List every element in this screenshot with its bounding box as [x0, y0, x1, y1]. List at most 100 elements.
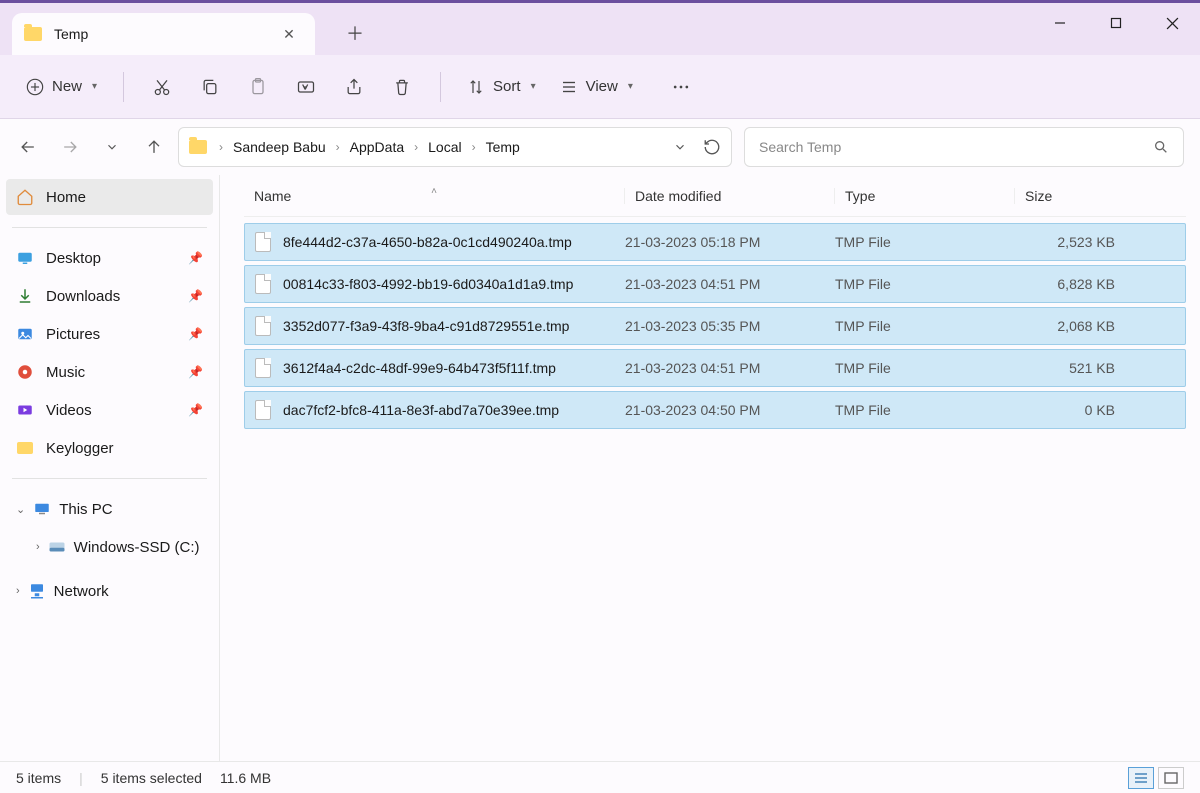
separator: [12, 478, 207, 479]
column-header-size[interactable]: Size: [1014, 188, 1124, 204]
back-button[interactable]: [16, 135, 40, 159]
column-header-name[interactable]: Name ˄: [244, 188, 624, 204]
breadcrumb-segment[interactable]: Sandeep Babu: [231, 135, 328, 159]
share-button[interactable]: [334, 67, 374, 107]
file-icon: [255, 274, 271, 294]
close-tab-button[interactable]: ✕: [275, 20, 303, 48]
pin-icon: 📌: [188, 327, 203, 341]
copy-button[interactable]: [190, 67, 230, 107]
active-tab[interactable]: Temp ✕: [12, 13, 315, 55]
paste-button[interactable]: [238, 67, 278, 107]
cut-button[interactable]: [142, 67, 182, 107]
file-row[interactable]: 00814c33-f803-4992-bb19-6d0340a1d1a9.tmp…: [244, 265, 1186, 303]
chevron-right-icon: ›: [472, 140, 476, 154]
new-tab-button[interactable]: ＋: [335, 13, 375, 53]
sidebar-item-label: Videos: [46, 402, 92, 419]
details-view-button[interactable]: [1128, 767, 1154, 789]
sidebar-item-pictures[interactable]: Pictures 📌: [6, 316, 213, 352]
maximize-button[interactable]: [1088, 3, 1144, 43]
file-type: TMP File: [835, 402, 1015, 418]
sort-indicator-icon: ˄: [431, 186, 437, 197]
folder-icon: [16, 439, 34, 457]
pin-icon: 📌: [188, 403, 203, 417]
file-type: TMP File: [835, 276, 1015, 292]
separator: [440, 72, 441, 102]
search-input[interactable]: [759, 139, 1153, 155]
separator: [123, 72, 124, 102]
search-box[interactable]: [744, 127, 1184, 167]
address-dropdown-button[interactable]: [673, 140, 687, 154]
file-size: 2,523 KB: [1015, 234, 1125, 250]
sidebar-item-keylogger[interactable]: Keylogger: [6, 430, 213, 466]
file-type: TMP File: [835, 234, 1015, 250]
minimize-button[interactable]: [1032, 3, 1088, 43]
titlebar: Temp ✕ ＋: [0, 3, 1200, 55]
address-bar[interactable]: › Sandeep Babu › AppData › Local › Temp: [178, 127, 732, 167]
sidebar-item-drive-c[interactable]: › Windows-SSD (C:): [6, 529, 213, 565]
file-icon: [255, 358, 271, 378]
forward-button[interactable]: [58, 135, 82, 159]
toolbar: New ▾ Sort ▾ View ▾: [0, 55, 1200, 119]
home-icon: [16, 188, 34, 206]
folder-icon: [24, 27, 42, 41]
file-name: 8fe444d2-c37a-4650-b82a-0c1cd490240a.tmp: [283, 234, 572, 250]
breadcrumb-segment[interactable]: Temp: [484, 135, 522, 159]
file-date: 21-03-2023 04:51 PM: [625, 360, 835, 376]
file-name: 3612f4a4-c2dc-48df-99e9-64b473f5f11f.tmp: [283, 360, 556, 376]
file-row[interactable]: 3352d077-f3a9-43f8-9ba4-c91d8729551e.tmp…: [244, 307, 1186, 345]
sidebar-item-label: Music: [46, 364, 85, 381]
sidebar-item-label: Windows-SSD (C:): [74, 539, 200, 556]
tab-title: Temp: [54, 26, 275, 42]
recent-button[interactable]: [100, 135, 124, 159]
breadcrumb-segment[interactable]: Local: [426, 135, 463, 159]
up-button[interactable]: [142, 135, 166, 159]
folder-icon: [189, 140, 207, 154]
chevron-right-icon: ›: [336, 140, 340, 154]
window-controls: [1032, 3, 1200, 43]
file-size: 521 KB: [1015, 360, 1125, 376]
sidebar-item-downloads[interactable]: Downloads 📌: [6, 278, 213, 314]
chevron-right-icon: ›: [36, 541, 40, 553]
rename-button[interactable]: [286, 67, 326, 107]
sidebar-item-label: Network: [54, 583, 109, 600]
file-size: 0 KB: [1015, 402, 1125, 418]
sort-button[interactable]: Sort ▾: [459, 67, 544, 107]
pictures-icon: [16, 325, 34, 343]
file-name: 3352d077-f3a9-43f8-9ba4-c91d8729551e.tmp: [283, 318, 569, 334]
chevron-down-icon: ▾: [531, 81, 536, 92]
sidebar-item-music[interactable]: Music 📌: [6, 354, 213, 390]
pin-icon: 📌: [188, 289, 203, 303]
file-icon: [255, 232, 271, 252]
chevron-right-icon: ›: [219, 140, 223, 154]
sidebar-item-this-pc[interactable]: ⌄ This PC: [6, 491, 213, 527]
sidebar-item-label: Desktop: [46, 250, 101, 267]
sidebar-item-desktop[interactable]: Desktop 📌: [6, 240, 213, 276]
status-selection: 5 items selected: [101, 770, 202, 786]
file-icon: [255, 400, 271, 420]
download-icon: [16, 287, 34, 305]
breadcrumb-segment[interactable]: AppData: [348, 135, 406, 159]
sidebar-item-network[interactable]: › Network: [6, 573, 213, 609]
file-row[interactable]: 8fe444d2-c37a-4650-b82a-0c1cd490240a.tmp…: [244, 223, 1186, 261]
file-list-pane: Name ˄ Date modified Type Size 8fe444d2-…: [220, 175, 1200, 761]
sidebar-item-label: Pictures: [46, 326, 100, 343]
pin-icon: 📌: [188, 251, 203, 265]
pc-icon: [33, 500, 51, 518]
more-button[interactable]: [661, 67, 701, 107]
sidebar-item-home[interactable]: Home: [6, 179, 213, 215]
sidebar-item-videos[interactable]: Videos 📌: [6, 392, 213, 428]
file-row[interactable]: dac7fcf2-bfc8-411a-8e3f-abd7a70e39ee.tmp…: [244, 391, 1186, 429]
refresh-button[interactable]: [703, 138, 721, 156]
column-header-type[interactable]: Type: [834, 188, 1014, 204]
thumbnails-view-button[interactable]: [1158, 767, 1184, 789]
column-header-date[interactable]: Date modified: [624, 188, 834, 204]
view-button[interactable]: View ▾: [552, 67, 641, 107]
music-icon: [16, 363, 34, 381]
delete-button[interactable]: [382, 67, 422, 107]
file-size: 6,828 KB: [1015, 276, 1125, 292]
chevron-down-icon: ▾: [92, 81, 97, 92]
desktop-icon: [16, 249, 34, 267]
file-row[interactable]: 3612f4a4-c2dc-48df-99e9-64b473f5f11f.tmp…: [244, 349, 1186, 387]
new-button[interactable]: New ▾: [18, 67, 105, 107]
close-window-button[interactable]: [1144, 3, 1200, 43]
